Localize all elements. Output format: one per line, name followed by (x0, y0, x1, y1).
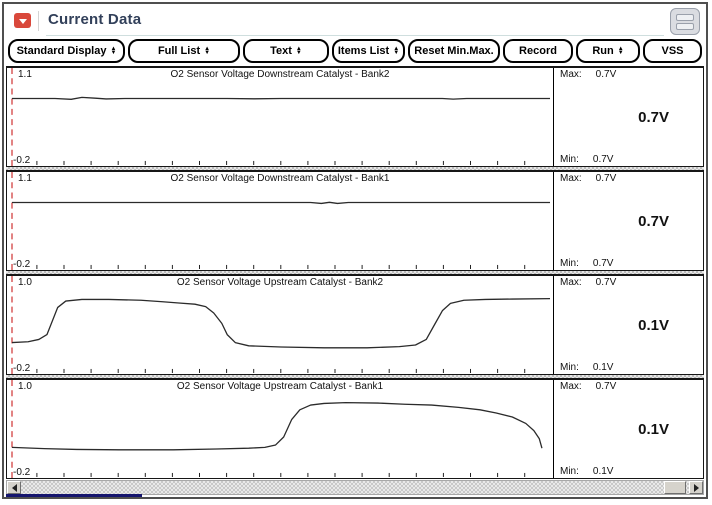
chart-o2-downstream-bank2: 1.1 O2 Sensor Voltage Downstream Catalys… (6, 66, 704, 167)
min-value: 0.1V (593, 362, 614, 373)
min-value: 0.7V (593, 154, 614, 165)
chart-title: O2 Sensor Voltage Upstream Catalyst - Ba… (7, 381, 553, 392)
arrow-right-icon (694, 484, 699, 492)
current-data-window: Current Data Standard Display ▲▼ Full Li… (2, 2, 708, 499)
updown-arrows-icon: ▲▼ (110, 47, 116, 55)
y-min-label: -0.2 (13, 467, 30, 478)
y-min-label: -0.2 (13, 259, 30, 270)
items-list-select[interactable]: Items List ▲▼ (332, 39, 405, 63)
current-value: 0.1V (638, 421, 669, 438)
signal-trace (7, 276, 553, 374)
header-rule (46, 35, 664, 36)
button-label: Items List (338, 45, 389, 57)
updown-arrows-icon: ▲▼ (204, 47, 210, 55)
chart-plot: 1.1 O2 Sensor Voltage Downstream Catalys… (7, 68, 553, 166)
updown-arrows-icon: ▲▼ (618, 47, 624, 55)
max-value: 0.7V (596, 381, 617, 392)
updown-arrows-icon: ▲▼ (296, 47, 302, 55)
text-mode-select[interactable]: Text ▲▼ (243, 39, 329, 63)
record-button[interactable]: Record (503, 39, 573, 63)
current-value: 0.1V (638, 317, 669, 334)
value-panel: Max: 0.7V 0.1V Min: 0.1V (553, 276, 703, 374)
collapse-menu-icon[interactable] (14, 13, 31, 28)
value-panel: Max: 0.7V 0.1V Min: 0.1V (553, 380, 703, 478)
button-label: VSS (661, 45, 683, 57)
header-divider (38, 11, 39, 31)
printer-icon (676, 14, 694, 21)
y-min-label: -0.2 (13, 155, 30, 166)
min-value: 0.1V (593, 466, 614, 477)
button-label: Reset Min.Max. (414, 45, 493, 57)
chart-plot: 1.1 O2 Sensor Voltage Downstream Catalys… (7, 172, 553, 270)
min-value: 0.7V (593, 258, 614, 269)
min-label: Min: (560, 258, 579, 269)
chevron-down-icon (19, 19, 27, 24)
scroll-right-button[interactable] (689, 481, 703, 494)
chart-title: O2 Sensor Voltage Downstream Catalyst - … (7, 69, 553, 80)
chart-o2-downstream-bank1: 1.1 O2 Sensor Voltage Downstream Catalys… (6, 170, 704, 271)
chart-plot: 1.0 O2 Sensor Voltage Upstream Catalyst … (7, 380, 553, 478)
min-label: Min: (560, 362, 579, 373)
max-value: 0.7V (596, 173, 617, 184)
charts-area: 1.1 O2 Sensor Voltage Downstream Catalys… (4, 66, 706, 479)
signal-trace (7, 380, 553, 478)
updown-arrows-icon: ▲▼ (393, 47, 399, 55)
vss-button[interactable]: VSS (643, 39, 702, 63)
button-label: Record (519, 45, 557, 57)
title-bar: Current Data (4, 4, 706, 37)
chart-o2-upstream-bank1: 1.0 O2 Sensor Voltage Upstream Catalyst … (6, 378, 704, 479)
horizontal-scrollbar[interactable] (6, 480, 704, 495)
value-panel: Max: 0.7V 0.7V Min: 0.7V (553, 68, 703, 166)
print-button[interactable] (670, 8, 700, 35)
value-panel: Max: 0.7V 0.7V Min: 0.7V (553, 172, 703, 270)
bottom-progress-bar (6, 494, 142, 497)
min-label: Min: (560, 154, 579, 165)
button-label: Text (270, 45, 292, 57)
full-list-select[interactable]: Full List ▲▼ (128, 39, 240, 63)
max-label: Max: (560, 69, 582, 80)
signal-trace (7, 68, 553, 166)
max-value: 0.7V (596, 277, 617, 288)
max-value: 0.7V (596, 69, 617, 80)
chart-title: O2 Sensor Voltage Upstream Catalyst - Ba… (7, 277, 553, 288)
arrow-left-icon (12, 484, 17, 492)
page-title: Current Data (48, 11, 141, 28)
standard-display-select[interactable]: Standard Display ▲▼ (8, 39, 125, 63)
max-label: Max: (560, 381, 582, 392)
run-select[interactable]: Run ▲▼ (576, 39, 640, 63)
chart-plot: 1.0 O2 Sensor Voltage Upstream Catalyst … (7, 276, 553, 374)
chart-title: O2 Sensor Voltage Downstream Catalyst - … (7, 173, 553, 184)
button-label: Standard Display (17, 45, 107, 57)
current-value: 0.7V (638, 213, 669, 230)
signal-trace (7, 172, 553, 270)
button-label: Full List (158, 45, 200, 57)
current-value: 0.7V (638, 109, 669, 126)
min-label: Min: (560, 466, 579, 477)
reset-min-max-button[interactable]: Reset Min.Max. (408, 39, 500, 63)
toolbar: Standard Display ▲▼ Full List ▲▼ Text ▲▼… (4, 37, 706, 66)
y-min-label: -0.2 (13, 363, 30, 374)
scrollbar-thumb[interactable] (664, 481, 686, 494)
max-label: Max: (560, 173, 582, 184)
max-label: Max: (560, 277, 582, 288)
button-label: Run (592, 45, 613, 57)
chart-o2-upstream-bank2: 1.0 O2 Sensor Voltage Upstream Catalyst … (6, 274, 704, 375)
scroll-left-button[interactable] (7, 481, 21, 494)
